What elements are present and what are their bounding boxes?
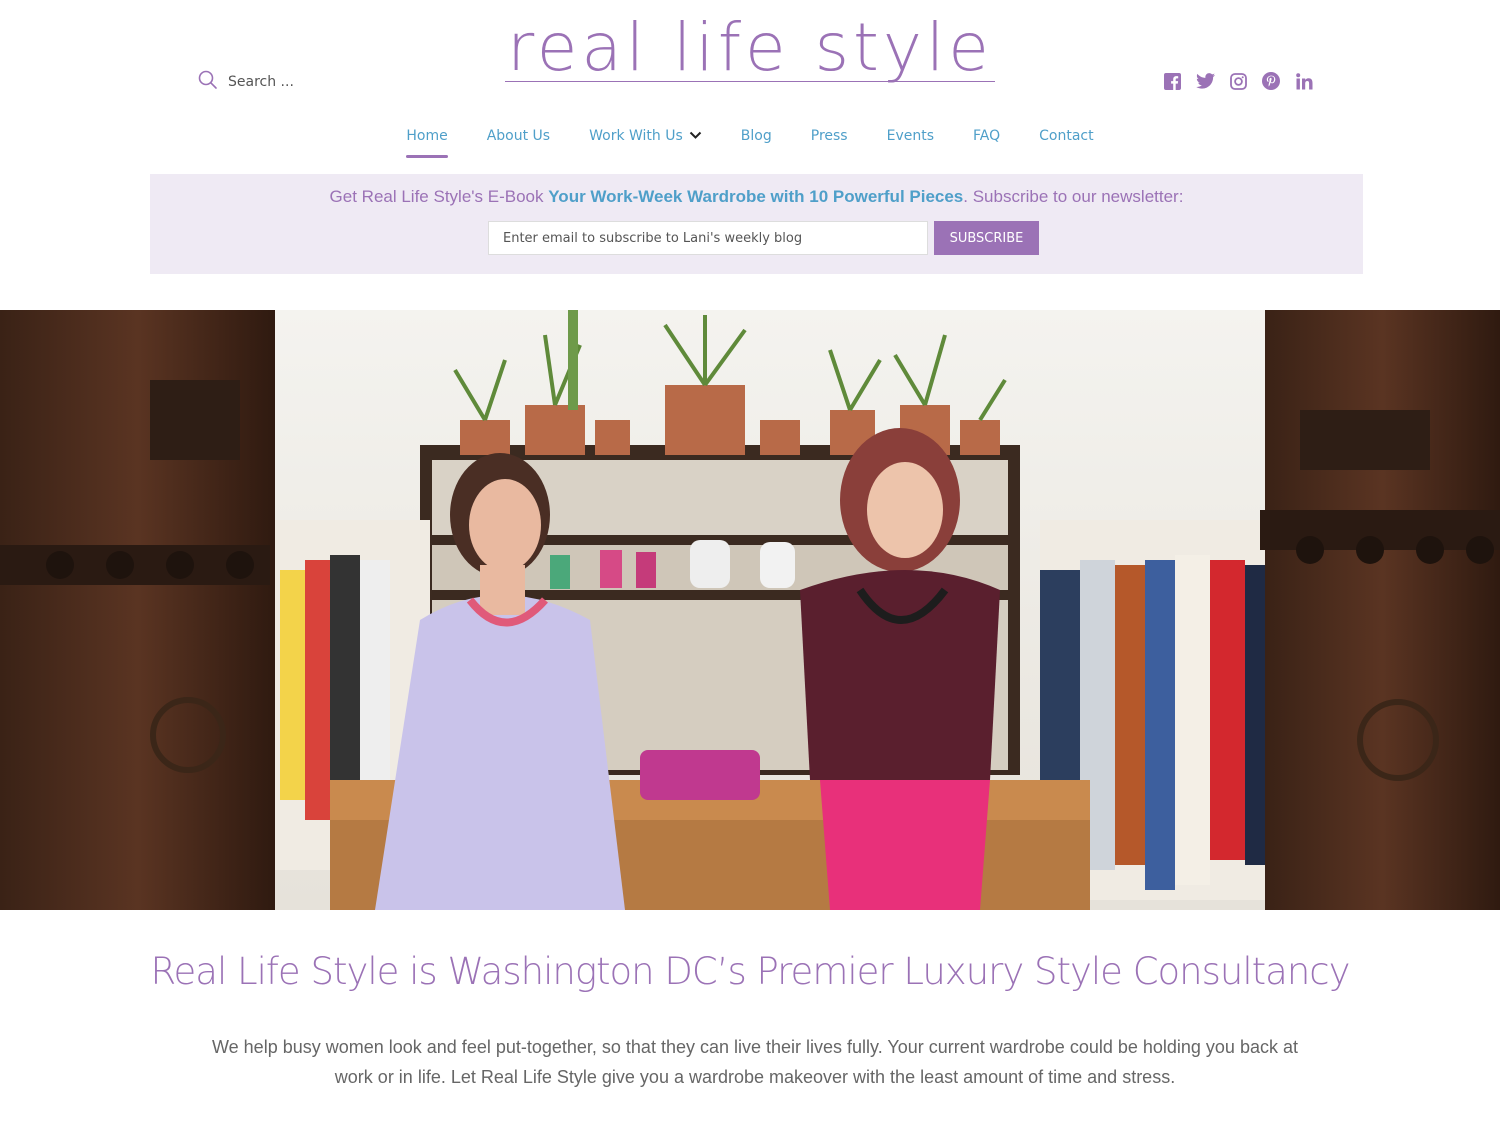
twitter-icon[interactable] (1195, 71, 1215, 91)
nav-label: Home (406, 128, 448, 144)
nav-label: FAQ (973, 128, 1001, 144)
newsletter-lead: Get Real Life Style's E-Book (329, 187, 549, 206)
main-nav: Home About Us Work With Us Blog Press Ev… (0, 124, 1500, 158)
nav-item-home[interactable]: Home (387, 124, 467, 158)
search-icon[interactable] (198, 70, 218, 94)
nav-item-events[interactable]: Events (867, 124, 953, 158)
linkedin-icon[interactable] (1294, 71, 1314, 91)
nav-item-blog[interactable]: Blog (721, 124, 791, 158)
search-bar[interactable] (198, 70, 368, 94)
nav-label: Blog (740, 128, 772, 144)
nav-label: Press (810, 128, 848, 144)
subscribe-form: SUBSCRIBE (488, 221, 1039, 255)
intro-paragraph: We help busy women look and feel put-tog… (212, 1037, 1298, 1087)
nav-item-work-with-us[interactable]: Work With Us (570, 124, 722, 158)
search-input[interactable] (228, 74, 368, 90)
subscribe-button[interactable]: SUBSCRIBE (934, 221, 1039, 255)
logo-text: real life style (505, 9, 995, 86)
nav-item-about-us[interactable]: About Us (467, 124, 569, 158)
page-headline: Real Life Style is Washington DC’s Premi… (150, 950, 1350, 993)
newsletter-tail: . Subscribe to our newsletter: (963, 187, 1184, 206)
nav-label: About Us (486, 128, 551, 144)
chevron-down-icon[interactable] (689, 128, 702, 144)
ebook-title-link[interactable]: Your Work-Week Wardrobe with 10 Powerful… (548, 187, 963, 206)
facebook-icon[interactable] (1162, 71, 1182, 91)
newsletter-banner: Get Real Life Style's E-Book Your Work-W… (150, 174, 1363, 274)
hero-photo (0, 310, 1500, 910)
social-links (1162, 71, 1314, 91)
newsletter-text: Get Real Life Style's E-Book Your Work-W… (150, 187, 1363, 207)
nav-item-faq[interactable]: FAQ (954, 124, 1020, 158)
instagram-icon[interactable] (1228, 71, 1248, 91)
nav-label: Contact (1039, 128, 1094, 144)
nav-label: Work With Us (589, 128, 683, 144)
nav-label: Events (886, 128, 935, 144)
nav-item-contact[interactable]: Contact (1020, 124, 1113, 158)
email-field[interactable] (488, 221, 928, 255)
pinterest-icon[interactable] (1261, 71, 1281, 91)
nav-item-press[interactable]: Press (791, 124, 867, 158)
